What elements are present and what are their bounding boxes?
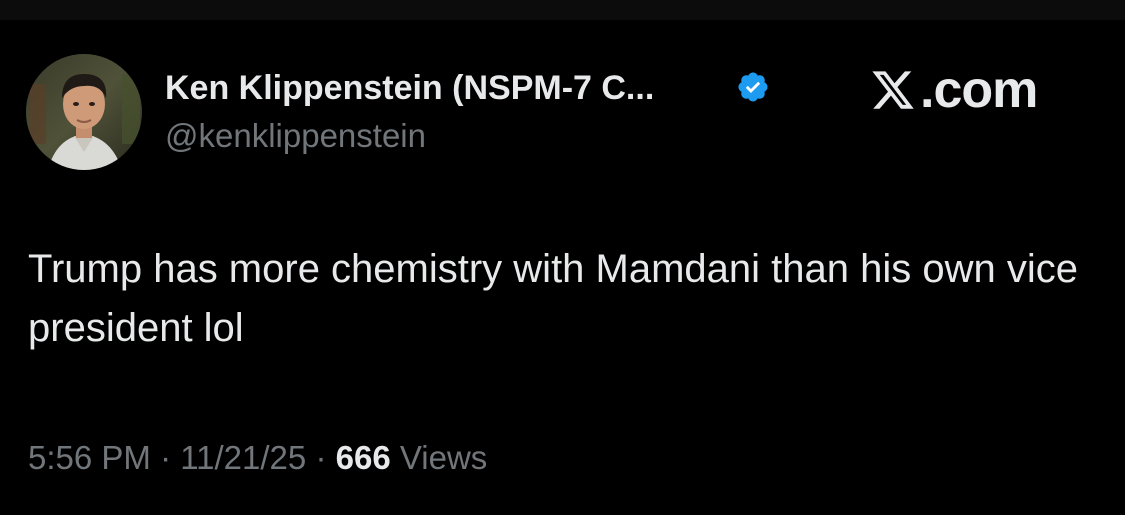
tweet-screenshot: Ken Klippenstein (NSPM-7 C... @kenklippe…: [0, 0, 1125, 515]
tweet-time[interactable]: 5:56 PM: [28, 439, 151, 476]
status-bar-strip: [0, 0, 1125, 20]
views-count[interactable]: 666: [336, 439, 391, 476]
tweet-meta: 5:56 PM · 11/21/25 · 666 Views: [28, 436, 487, 480]
author-display-name[interactable]: Ken Klippenstein (NSPM-7 C...: [165, 68, 654, 108]
tweet-body: Trump has more chemistry with Mamdani th…: [28, 247, 1078, 350]
brand-watermark: .com: [870, 61, 1038, 119]
views-label[interactable]: Views: [400, 439, 487, 476]
brand-domain-text: .com: [920, 61, 1038, 119]
author-handle[interactable]: @kenklippenstein: [165, 116, 426, 156]
avatar[interactable]: [26, 54, 142, 170]
verified-badge-icon: [738, 72, 768, 102]
x-logo-icon: [872, 71, 914, 109]
meta-separator: ·: [160, 439, 172, 476]
avatar-photo: [26, 54, 142, 170]
tweet-date[interactable]: 11/21/25: [180, 439, 306, 476]
meta-separator: ·: [315, 439, 327, 476]
